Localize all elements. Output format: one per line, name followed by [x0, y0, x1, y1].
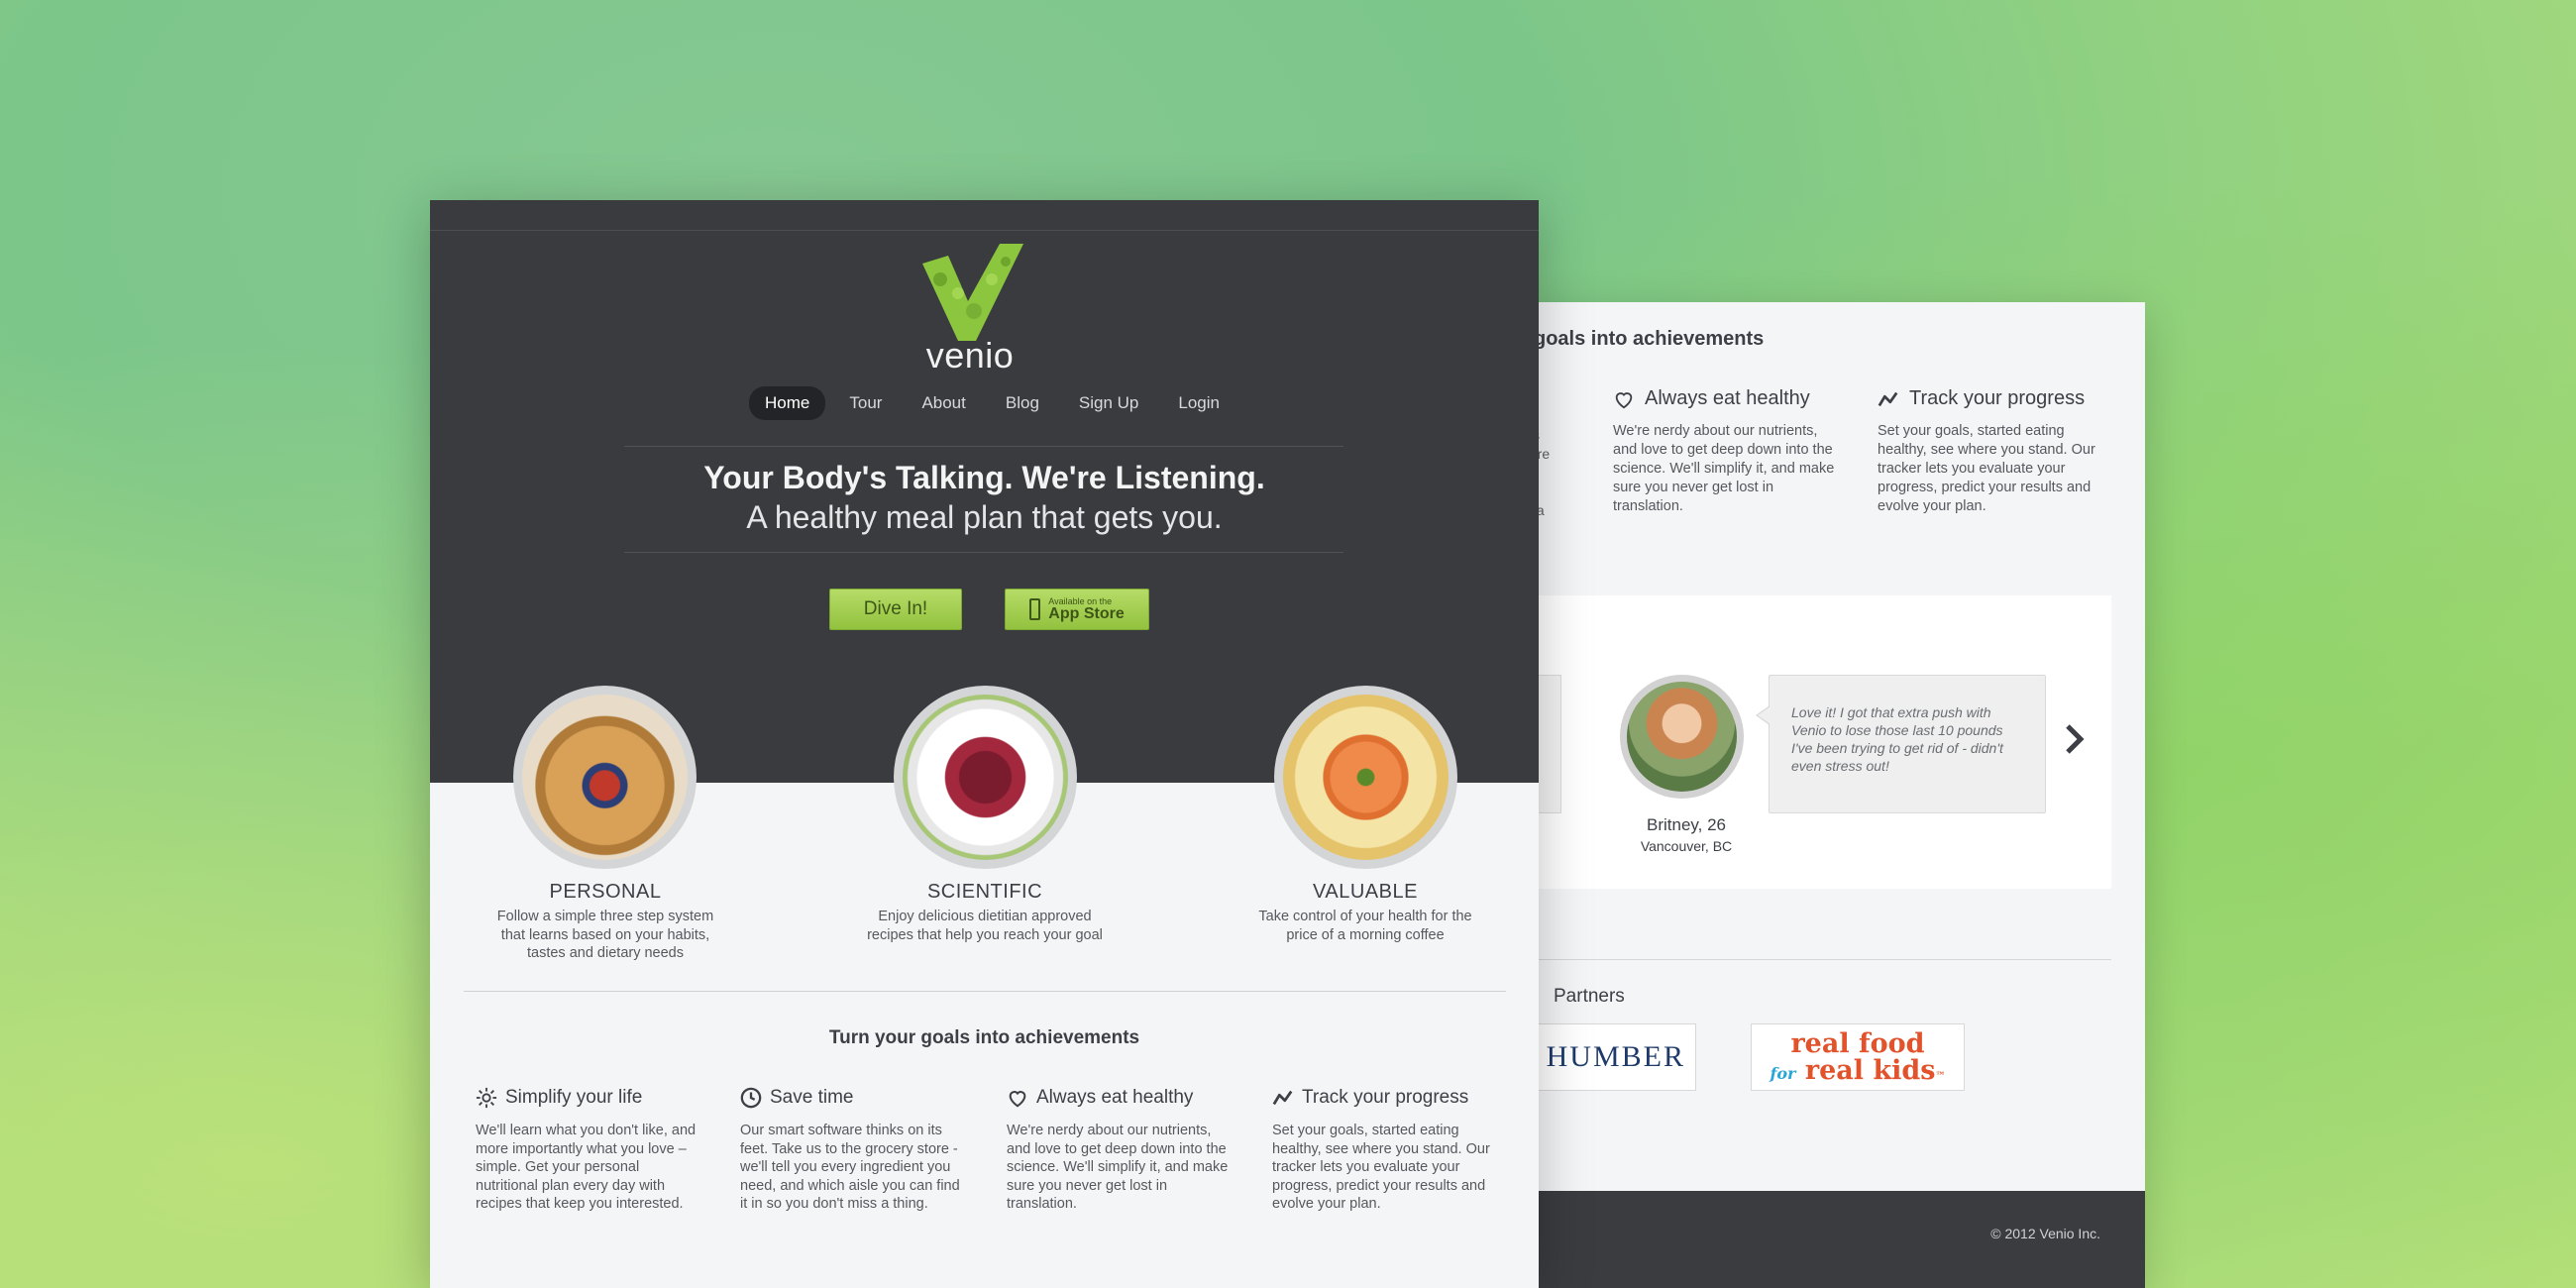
goal-track-progress: Track your progress Set your goals, star… [1272, 1087, 1498, 1214]
feature-title-personal: PERSONAL [549, 881, 662, 903]
back-page-preview: goals into achievements its tore nt u s … [1526, 302, 2145, 1288]
testimonial-section: Love it! I got that extra push with Veni… [1526, 595, 2111, 889]
testimonial-name: Britney, 26 [1646, 815, 1726, 834]
goal-simplify: Simplify your life We'll learn what you … [476, 1087, 701, 1214]
venio-logo-icon[interactable] [918, 242, 1027, 341]
sun-icon [476, 1087, 497, 1109]
heart-icon [1613, 388, 1635, 410]
feature-desc-valuable: Take control of your health for the pric… [1258, 909, 1472, 943]
realfood-tm: ™ [1935, 1071, 1946, 1082]
goal-desc: We'll learn what you don't like, and mor… [476, 1123, 697, 1212]
dive-in-button[interactable]: Dive In! [829, 589, 962, 630]
back-feature-eat-healthy: Always eat healthy We're nerdy about our… [1613, 387, 1836, 516]
headline-rule-bottom [624, 552, 1343, 553]
feature-desc-scientific: Enjoy delicious dietitian approved recip… [867, 909, 1103, 943]
partner-logo-humber[interactable]: HUMBER [1526, 1023, 1696, 1091]
footer: © 2012 Venio Inc. [1526, 1191, 2145, 1288]
goals-heading-clipped: goals into achievements [1534, 328, 1765, 350]
nav-home[interactable]: Home [749, 386, 826, 420]
feature-desc: We're nerdy about our nutrients, and lov… [1613, 423, 1835, 514]
testimonial-quote: Love it! I got that extra push with Veni… [1756, 675, 2046, 813]
goal-desc: Set your goals, started eating healthy, … [1272, 1123, 1490, 1212]
feature-title: Track your progress [1909, 387, 2086, 409]
trend-icon [1878, 388, 1899, 410]
avatar [1620, 675, 1744, 799]
nav-sign-up[interactable]: Sign Up [1063, 386, 1154, 420]
feature-image-scientific [894, 686, 1077, 869]
feature-title: Always eat healthy [1645, 387, 1810, 409]
hero-top-rule [430, 230, 1539, 231]
nav-about[interactable]: About [906, 386, 981, 420]
feature-title-scientific: SCIENTIFIC [926, 881, 1043, 903]
goal-desc: We're nerdy about our nutrients, and lov… [1007, 1123, 1229, 1212]
goal-title: Simplify your life [505, 1087, 643, 1108]
clock-icon [740, 1087, 762, 1109]
goal-eat-healthy: Always eat healthy We're nerdy about our… [1007, 1087, 1233, 1214]
nav-blog[interactable]: Blog [990, 386, 1055, 420]
feature-desc-personal: Follow a simple three step system that l… [496, 909, 714, 961]
divider [464, 991, 1506, 992]
hero-headline: Your Body's Talking. We're Listening. [703, 460, 1265, 495]
feature-image-valuable [1274, 686, 1457, 869]
testimonial-location: Vancouver, BC [1640, 838, 1733, 854]
realfood-text-2: real kids [1804, 1055, 1936, 1086]
home-page: venio Home Tour About Blog Sign Up Login… [430, 200, 1539, 1288]
venio-wordmark[interactable]: venio [896, 335, 1044, 376]
nav-tour[interactable]: Tour [833, 386, 898, 420]
goals-heading: Turn your goals into achievements [828, 1027, 1140, 1048]
app-store-button[interactable]: Available on the App Store [1005, 589, 1149, 630]
feature-image-personal [513, 686, 697, 869]
goal-save-time: Save time Our smart software thinks on i… [740, 1087, 966, 1214]
nav-login[interactable]: Login [1162, 386, 1235, 420]
feature-desc: Set your goals, started eating healthy, … [1878, 423, 2095, 514]
partners-title: Partners [1554, 986, 1625, 1007]
chevron-right-icon[interactable] [2064, 722, 2086, 763]
main-nav: Home Tour About Blog Sign Up Login [749, 386, 1235, 420]
copyright: © 2012 Venio Inc. [1990, 1226, 2100, 1241]
partner-logo-realfood[interactable]: real food for real kids™ [1751, 1023, 1965, 1091]
headline-rule-top [624, 446, 1343, 447]
goal-title: Track your progress [1302, 1087, 1469, 1108]
trend-icon [1272, 1087, 1294, 1109]
hero-subhead: A healthy meal plan that gets you. [746, 499, 1223, 535]
goal-title: Save time [770, 1087, 854, 1108]
appstore-big-label: App Store [1048, 605, 1125, 622]
realfood-for: for [1770, 1064, 1796, 1083]
divider [1526, 959, 2111, 960]
goal-title: Always eat healthy [1036, 1087, 1194, 1108]
feature-title-valuable: VALUABLE [1313, 881, 1418, 903]
goal-desc: Our smart software thinks on its feet. T… [740, 1123, 960, 1212]
heart-icon [1007, 1087, 1028, 1109]
back-feature-track-progress: Track your progress Set your goals, star… [1878, 387, 2100, 516]
phone-icon [1029, 598, 1041, 620]
